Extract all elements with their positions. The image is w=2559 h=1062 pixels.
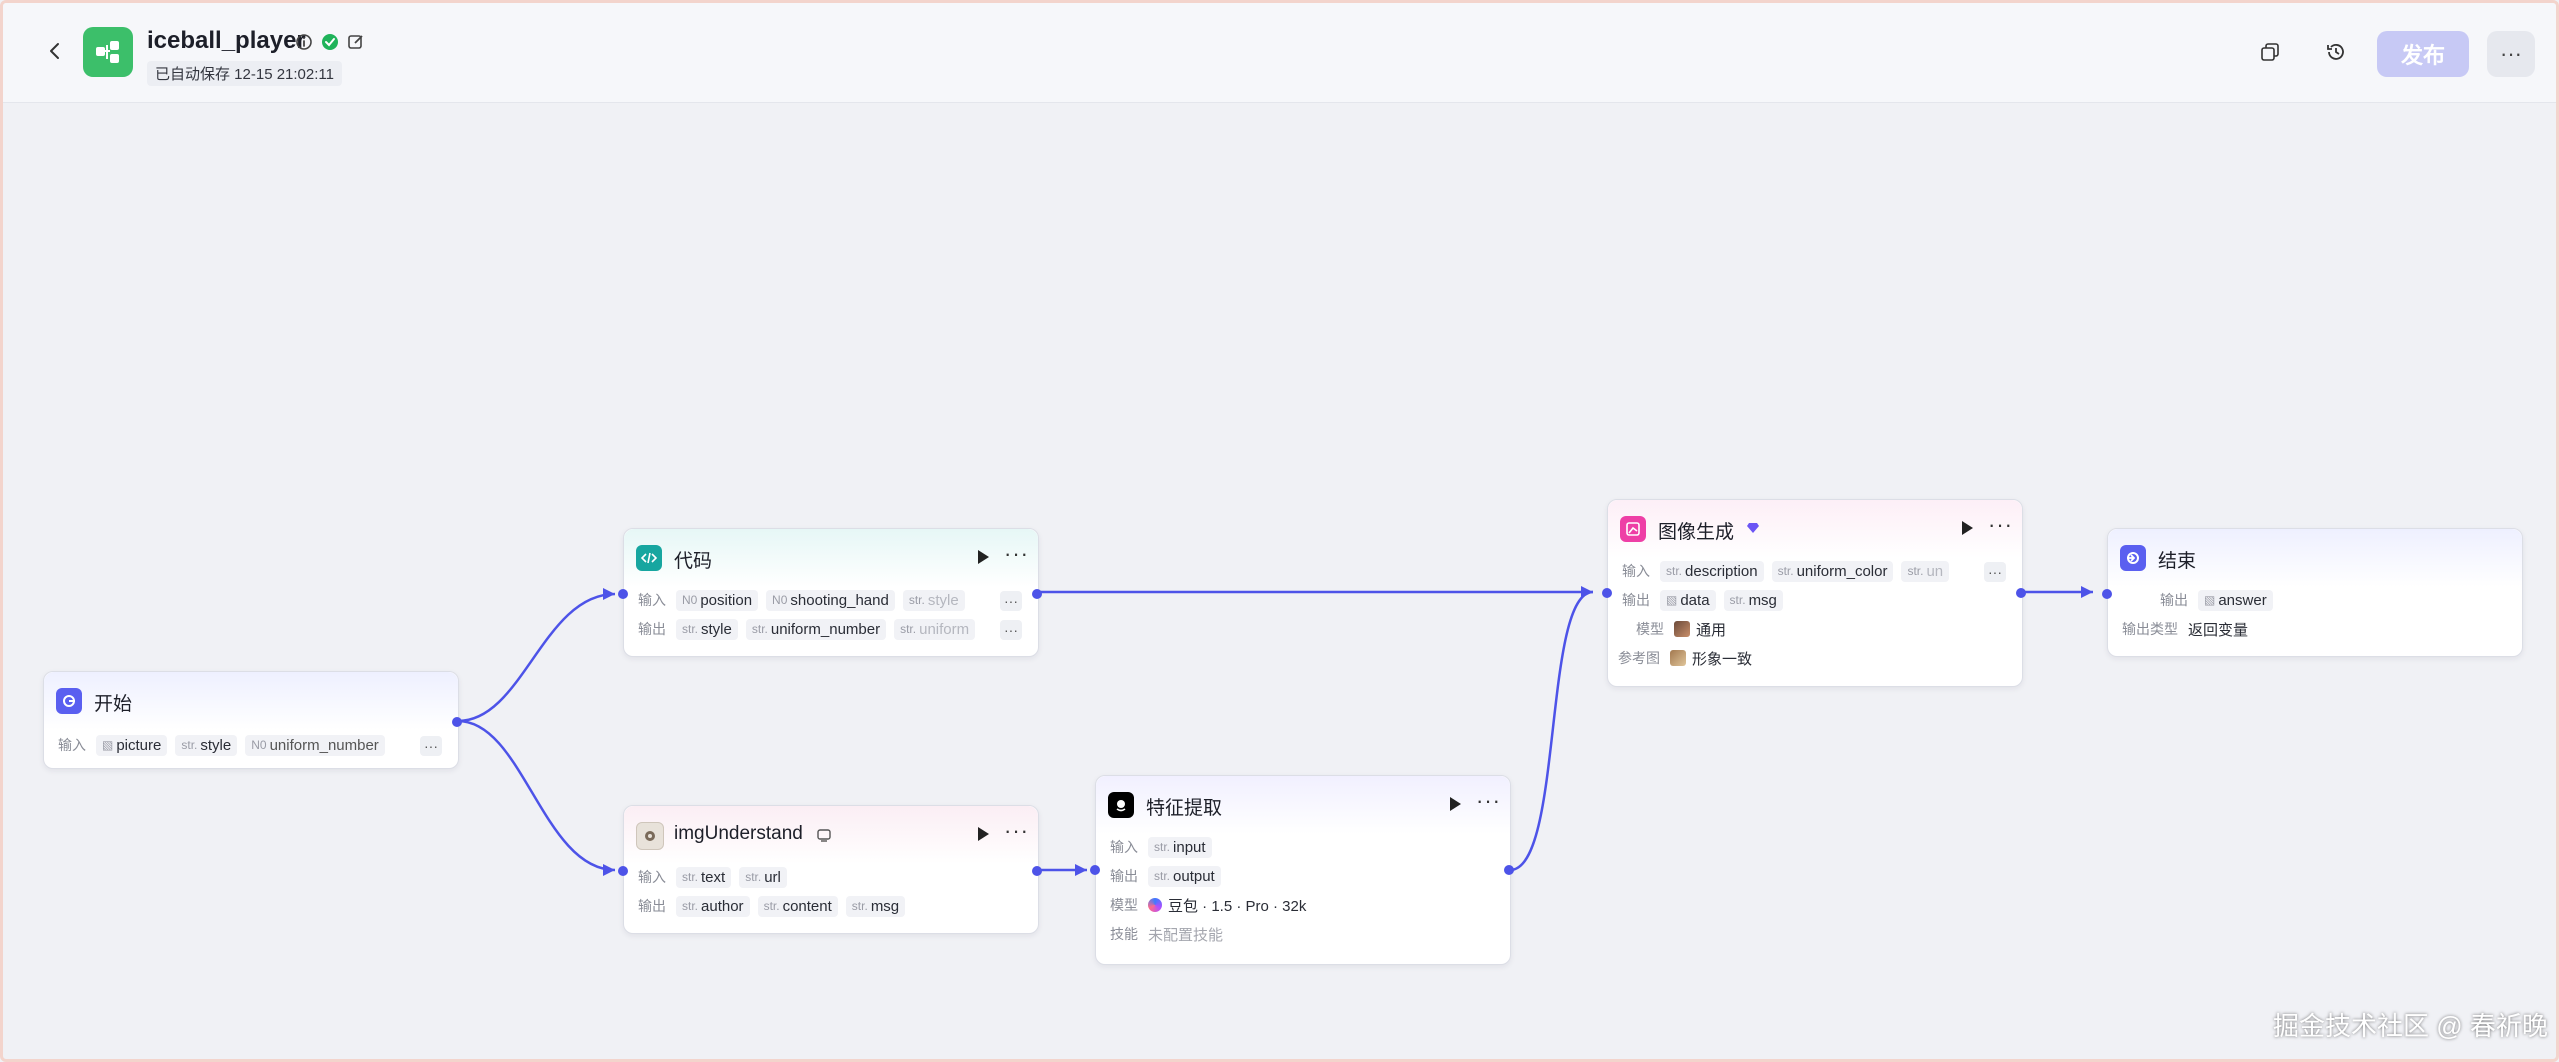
input-port[interactable] xyxy=(1602,588,1612,598)
img-outputs: 输出 str. author str. content str. msg xyxy=(638,893,913,919)
code-icon xyxy=(636,545,662,571)
node-title: 代码 xyxy=(674,551,713,572)
end-output: 输出 ▧ answer xyxy=(2122,587,2281,613)
node-code[interactable]: 代码 ··· 输入 N0 position N0 shooting_hand str… xyxy=(618,528,1042,657)
watermark: 掘金技术社区 @ 春祈晚 xyxy=(2273,1011,2548,1041)
model-thumb xyxy=(1674,621,1690,637)
more-vars-button[interactable]: ··· xyxy=(1000,620,1022,640)
var-tag: str. description xyxy=(1660,560,1764,582)
var-tag: str. content xyxy=(757,895,838,917)
node-title: 图像生成 xyxy=(1658,522,1735,543)
output-port[interactable] xyxy=(2016,588,2026,598)
var-tag: N0 position xyxy=(676,589,759,611)
var-tag: str. un xyxy=(1901,560,1950,582)
start-inputs: 输入 ▧ picture str. style N0 uniform_number xyxy=(58,732,393,758)
var-tag: str. msg xyxy=(845,895,906,917)
llm-icon xyxy=(1108,792,1134,818)
node-menu-icon[interactable]: ··· xyxy=(1004,818,1029,844)
reference-thumb xyxy=(1670,650,1686,666)
feature-model: 模型 豆包 · 1.5 · Pro · 32k xyxy=(1110,897,1307,915)
node-img-understand[interactable]: imgUnderstand ··· 输入 str. text str. url 输出… xyxy=(618,805,1042,934)
var-tag: str. url xyxy=(739,866,787,888)
var-tag: str. text xyxy=(676,866,732,888)
more-vars-button[interactable]: ··· xyxy=(1000,591,1022,611)
end-icon xyxy=(2120,545,2146,571)
var-tag: ▧ picture xyxy=(96,734,168,756)
feature-skill: 技能 未配置技能 xyxy=(1110,926,1224,944)
var-tag: N0 shooting_hand xyxy=(766,589,895,611)
plugin-badge-icon xyxy=(816,827,832,848)
var-tag: str. author xyxy=(676,895,750,917)
node-title: 结束 xyxy=(2158,551,2197,572)
start-icon xyxy=(56,688,82,714)
input-port[interactable] xyxy=(618,866,628,876)
var-tag: str. uniform_number xyxy=(745,618,887,640)
code-outputs: 输出 str. style str. uniform_number str. unif… xyxy=(638,616,983,642)
more-vars-button[interactable]: ··· xyxy=(420,736,442,756)
output-port[interactable] xyxy=(1032,589,1042,599)
run-icon[interactable] xyxy=(1448,796,1462,812)
var-tag: str. msg xyxy=(1723,589,1783,611)
code-inputs: 输入 N0 position N0 shooting_hand str. style xyxy=(638,587,973,613)
var-tag: N0 uniform_number xyxy=(245,734,385,756)
var-tag: str. output xyxy=(1148,865,1221,887)
var-tag: ▧ answer xyxy=(2198,589,2273,611)
output-port[interactable] xyxy=(1032,866,1042,876)
run-icon[interactable] xyxy=(976,826,990,842)
node-menu-icon[interactable]: ··· xyxy=(1476,788,1501,814)
diamond-badge-icon xyxy=(1746,521,1760,540)
node-title: 特征提取 xyxy=(1146,798,1223,819)
more-vars-button[interactable]: ··· xyxy=(1984,562,2006,582)
model-icon xyxy=(1148,898,1162,912)
node-title: imgUnderstand xyxy=(674,823,803,844)
run-icon[interactable] xyxy=(976,549,990,565)
node-image-gen[interactable]: 图像生成 ··· 输入 str. description str. uniform_… xyxy=(1602,499,2026,687)
plugin-icon xyxy=(636,822,664,850)
node-feature-extract[interactable]: 特征提取 ··· 输入 str. input 输出 str. output 模型 豆… xyxy=(1090,775,1514,965)
end-output-type: 输出类型 返回变量 xyxy=(2122,621,2249,639)
var-tag: str. uniform xyxy=(894,618,976,640)
var-tag: str. uniform_color xyxy=(1771,560,1894,582)
var-tag: ▧ data xyxy=(1660,589,1716,611)
node-menu-icon[interactable]: ··· xyxy=(1004,541,1029,567)
input-port[interactable] xyxy=(1090,865,1100,875)
feature-output: 输出 str. output xyxy=(1110,863,1229,889)
var-tag: str. style xyxy=(175,734,238,756)
node-end[interactable]: 结束 输出 ▧ answer 输出类型 返回变量 xyxy=(2102,528,2523,657)
img-inputs: 输入 str. text str. url xyxy=(638,864,795,890)
input-port[interactable] xyxy=(618,589,628,599)
var-tag: str. style xyxy=(676,618,738,640)
workflow-editor: iceball_player 已自动保存 12-15 21:02:11 发布 ·… xyxy=(0,0,2559,1062)
output-port[interactable] xyxy=(1504,865,1514,875)
output-port[interactable] xyxy=(452,717,462,727)
node-menu-icon[interactable]: ··· xyxy=(1988,512,2013,538)
node-start[interactable]: 开始 输入 ▧ picture str. style N0 uniform_numbe… xyxy=(43,671,462,769)
var-tag: str. input xyxy=(1148,836,1212,858)
gen-inputs: 输入 str. description str. uniform_color str… xyxy=(1622,558,1957,584)
run-icon[interactable] xyxy=(1960,520,1974,536)
feature-input: 输入 str. input xyxy=(1110,834,1220,860)
node-title: 开始 xyxy=(94,694,133,715)
image-gen-icon xyxy=(1620,516,1646,542)
gen-model: 模型 通用 xyxy=(1636,621,1727,639)
input-port[interactable] xyxy=(2102,589,2112,599)
gen-reference: 参考图 形象一致 xyxy=(1618,650,1753,668)
gen-outputs: 输出 ▧ data str. msg xyxy=(1622,587,1791,613)
var-tag: str. style xyxy=(902,589,965,611)
